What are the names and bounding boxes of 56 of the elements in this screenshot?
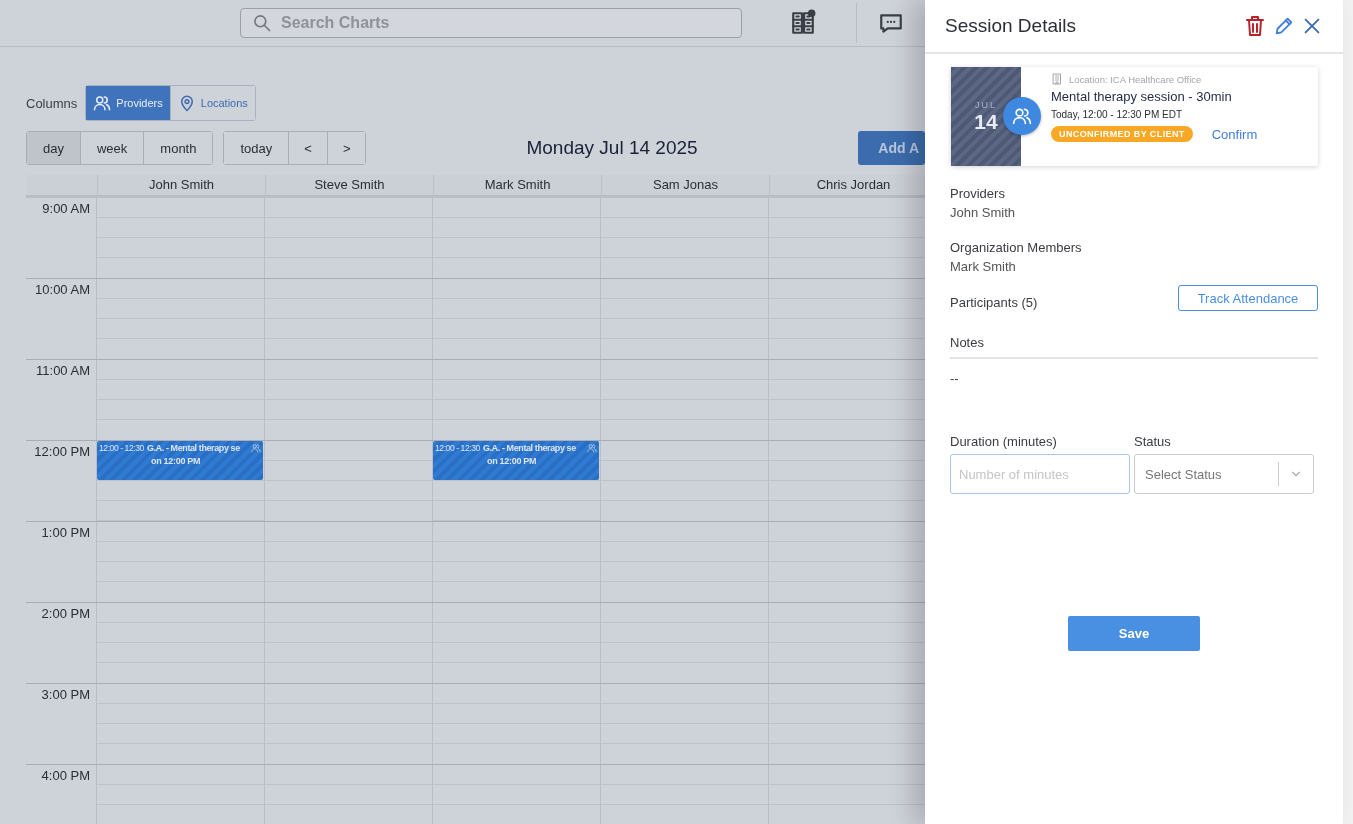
date-month: JUL — [975, 99, 997, 110]
session-time: Today, 12:00 - 12:30 PM EDT — [1051, 109, 1183, 120]
section-value: John Smith — [950, 205, 1017, 220]
location-text: Location: ICA Healthcare Office — [1069, 73, 1202, 85]
event-block[interactable]: 12:00 - 12:30 G.A. - Mental therapy se on 12:00 PM — [97, 441, 263, 480]
event-time: 12:00 - 12:30 — [435, 443, 480, 453]
track-attendance-button[interactable]: Track Attendance — [1178, 285, 1318, 311]
time-label: 1:00 PM — [26, 522, 97, 602]
add-button[interactable]: Add A — [858, 131, 925, 165]
event-subtitle: on 12:00 PM — [150, 456, 202, 466]
column-header: Sam Jonas — [602, 175, 770, 195]
columns-label: Columns — [26, 95, 78, 111]
section-label: Organization Members — [950, 240, 1083, 255]
time-label: 4:00 PM — [26, 765, 97, 824]
event-block[interactable]: 12:00 - 12:30 G.A. - Mental therapy se on 12:00 PM — [433, 441, 599, 480]
group-icon — [251, 443, 261, 453]
column-header: Mark Smith — [434, 175, 602, 195]
field-label: Duration (minutes) — [950, 434, 1058, 449]
duration-field[interactable]: Number of minutes — [950, 454, 1130, 494]
event-title: G.A. - Mental therapy se — [482, 443, 576, 453]
session-title: Mental therapy session - 30min — [1051, 89, 1233, 104]
column-header: John Smith — [98, 175, 266, 195]
column-toggle-button[interactable]: Locations — [169, 86, 255, 120]
notes-value: -- — [950, 371, 960, 386]
confirm-link[interactable]: Confirm — [1211, 126, 1258, 142]
date-day: 14 — [974, 109, 998, 134]
field-label: Status — [1134, 434, 1172, 449]
save-button[interactable]: Save — [1068, 616, 1200, 651]
date-title: Monday Jul 14 2025 — [526, 137, 699, 159]
view-button[interactable]: month — [143, 132, 213, 164]
section-label: Notes — [950, 335, 1318, 359]
event-subtitle: on 12:00 PM — [486, 456, 538, 466]
search-field[interactable]: Search Charts — [240, 8, 742, 38]
people-icon — [93, 94, 112, 112]
column-header: Steve Smith — [266, 175, 434, 195]
column-toggle-button[interactable]: Providers — [86, 86, 170, 120]
status-badge: UNCONFIRMED BY CLIENT — [1051, 126, 1193, 142]
trash-icon[interactable] — [1243, 14, 1267, 38]
edit-icon[interactable] — [1273, 15, 1295, 37]
time-label: 2:00 PM — [26, 603, 97, 683]
group-icon — [587, 443, 597, 453]
people-icon — [1012, 106, 1032, 126]
section-value: Mark Smith — [950, 259, 1017, 274]
view-button[interactable]: day — [27, 132, 80, 164]
section-label: Participants (5) — [950, 295, 1038, 310]
building-icon — [1051, 73, 1063, 85]
event-title: G.A. - Mental therapy se — [146, 443, 240, 453]
section-label: Providers — [950, 186, 1006, 201]
time-label: 9:00 AM — [26, 198, 97, 278]
panel-title: Session Details — [945, 15, 1077, 37]
time-label: 11:00 AM — [26, 360, 97, 440]
status-dropdown[interactable]: Select Status — [1134, 454, 1314, 494]
time-label: 3:00 PM — [26, 684, 97, 764]
event-time: 12:00 - 12:30 — [99, 443, 144, 453]
next-button[interactable]: > — [326, 132, 366, 164]
time-label: 10:00 AM — [26, 279, 97, 359]
